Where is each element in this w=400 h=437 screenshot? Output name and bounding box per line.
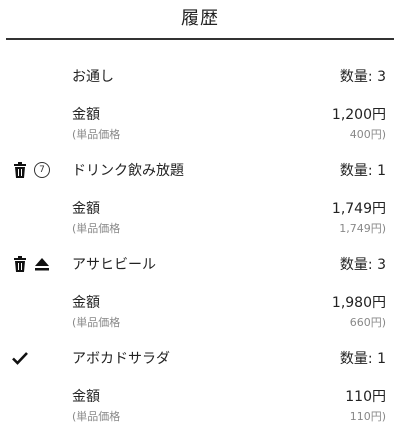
eject-icon[interactable] — [34, 255, 50, 273]
amount-value: 1,749円 — [331, 201, 386, 217]
list-item: お通し 数量: 3 金額 1,200円 (単品価格 400円) — [0, 58, 400, 152]
list-item: アボカドサラダ 数量: 1 金額 110円 (単品価格 110円) — [0, 340, 400, 434]
item-header-row: 7 ドリンク飲み放題 数量: 1 — [0, 158, 400, 182]
item-header-row: アサヒビール 数量: 3 — [0, 252, 400, 276]
check-icon[interactable] — [12, 349, 28, 367]
unit-price-value: 110円) — [349, 410, 386, 423]
item-actions — [12, 348, 28, 368]
unit-price-label: (単品価格 — [72, 222, 121, 235]
item-quantity: 数量: 3 — [339, 69, 386, 85]
trash-icon[interactable] — [12, 255, 28, 273]
unit-price-label: (単品価格 — [72, 128, 121, 141]
item-actions — [12, 254, 50, 274]
item-quantity: 数量: 1 — [339, 163, 386, 179]
item-name: アサヒビール — [72, 257, 156, 273]
header: 履歴 — [0, 0, 400, 40]
unit-price-value: 400円) — [349, 128, 386, 141]
amount-label: 金額 — [72, 107, 100, 123]
clock-icon[interactable]: 7 — [34, 162, 50, 178]
amount-label: 金額 — [72, 295, 100, 311]
amount-value: 1,200円 — [331, 107, 386, 123]
item-name: アボカドサラダ — [72, 351, 170, 367]
item-quantity: 数量: 1 — [339, 351, 386, 367]
page-title: 履歴 — [181, 8, 219, 29]
trash-icon[interactable] — [12, 161, 28, 179]
amount-value: 110円 — [345, 389, 386, 405]
unit-price-value: 660円) — [349, 316, 386, 329]
unit-price-label: (単品価格 — [72, 316, 121, 329]
item-header-row: お通し 数量: 3 — [0, 64, 400, 88]
unit-price-label: (単品価格 — [72, 410, 121, 423]
item-name: お通し — [72, 69, 114, 85]
item-quantity: 数量: 3 — [339, 257, 386, 273]
list-item: 7 ドリンク飲み放題 数量: 1 金額 1,749円 (単品価格 1,749円) — [0, 152, 400, 246]
item-name: ドリンク飲み放題 — [72, 163, 184, 179]
title-divider — [6, 38, 394, 40]
amount-label: 金額 — [72, 201, 100, 217]
unit-price-value: 1,749円) — [339, 222, 386, 235]
item-actions: 7 — [12, 160, 50, 180]
amount-label: 金額 — [72, 389, 100, 405]
item-header-row: アボカドサラダ 数量: 1 — [0, 346, 400, 370]
list-item: アサヒビール 数量: 3 金額 1,980円 (単品価格 660円) — [0, 246, 400, 340]
amount-value: 1,980円 — [331, 295, 386, 311]
history-list: お通し 数量: 3 金額 1,200円 (単品価格 400円) 7 ドリンク飲み… — [0, 58, 400, 434]
